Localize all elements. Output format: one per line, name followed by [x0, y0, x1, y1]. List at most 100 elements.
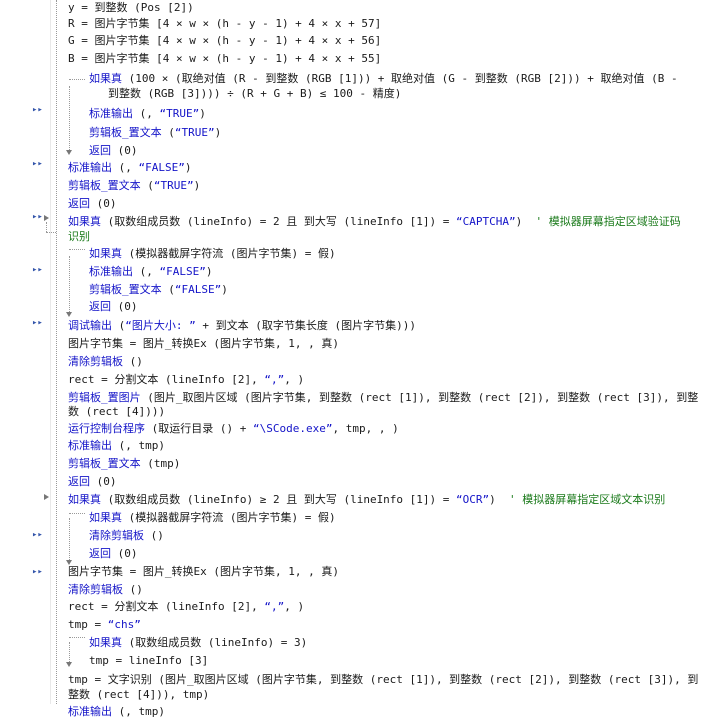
- breakpoint-marker-icon[interactable]: ▸▸: [32, 265, 43, 275]
- code-line[interactable]: 标准输出 (, “FALSE”): [68, 159, 191, 176]
- code-text: , ): [284, 600, 305, 613]
- code-line[interactable]: 图片字节集 = 图片_转换Ex (图片字节集, 1, , 真): [68, 563, 339, 580]
- code-text: (tmp): [140, 457, 181, 470]
- keyword: 返回: [89, 144, 111, 157]
- code-text: (, tmp): [112, 705, 165, 718]
- keyword: 标准输出: [89, 107, 133, 120]
- keyword: 标准输出: [68, 705, 112, 718]
- block-guide-line: [46, 222, 47, 232]
- block-guide-line: [46, 232, 56, 233]
- code-line[interactable]: 剪辑板_置文本 (tmp): [68, 455, 180, 472]
- breakpoint-marker-icon[interactable]: ▸▸: [32, 105, 43, 115]
- code-line[interactable]: 标准输出 (, “FALSE”): [89, 263, 212, 280]
- code-text: (,: [112, 161, 139, 174]
- code-line[interactable]: B = 图片字节集 [4 × w × (h - y - 1) + 4 × x +…: [68, 50, 381, 67]
- code-text: 图片字节集 = 图片_转换Ex (图片字节集, 1, , 真): [68, 337, 339, 350]
- code-text: (0): [111, 300, 138, 313]
- code-line[interactable]: 剪辑板_置文本 (“TRUE”): [68, 177, 200, 194]
- code-line[interactable]: 返回 (0): [68, 473, 117, 490]
- flow-arrow-icon: [66, 150, 72, 155]
- code-text: ): [205, 265, 213, 278]
- code-text: ): [489, 493, 510, 506]
- code-line[interactable]: 如果真 (取数组成员数 (lineInfo) ≥ 2 且 到大写 (lineIn…: [68, 491, 665, 508]
- code-text: (, tmp): [112, 439, 165, 452]
- code-line[interactable]: 标准输出 (, tmp): [68, 437, 165, 454]
- code-text: (): [123, 355, 143, 368]
- code-line[interactable]: 清除剪辑板 (): [68, 581, 143, 598]
- code-text: (0): [90, 475, 117, 488]
- code-line[interactable]: rect = 分割文本 (lineInfo [2], “,”, ): [68, 371, 304, 388]
- code-line[interactable]: G = 图片字节集 [4 × w × (h - y - 1) + 4 × x +…: [68, 32, 381, 49]
- code-line[interactable]: 调试输出 (“图片大小: ” + 到文本 (取字节集长度 (图片字节集))): [68, 317, 416, 334]
- flow-arrow-icon: [44, 215, 49, 221]
- code-line[interactable]: 如果真 (模拟器截屏字符流 (图片字节集) = 假): [89, 245, 336, 262]
- code-line[interactable]: 如果真 (模拟器截屏字符流 (图片字节集) = 假): [89, 509, 336, 526]
- block-guide-line: [69, 642, 70, 662]
- code-text: 图片字节集 = 图片_转换Ex (图片字节集, 1, , 真): [68, 565, 339, 578]
- code-line[interactable]: rect = 分割文本 (lineInfo [2], “,”, ): [68, 598, 304, 615]
- code-line[interactable]: 数 (rect [4]))): [68, 403, 165, 420]
- code-text: (: [161, 283, 175, 296]
- code-line[interactable]: 返回 (0): [89, 298, 138, 315]
- string-literal: “TRUE”: [159, 107, 200, 120]
- code-line[interactable]: 整数 (rect [4])), tmp): [68, 686, 209, 703]
- code-text: ): [184, 161, 192, 174]
- code-line[interactable]: tmp = “chs”: [68, 616, 141, 633]
- keyword: 清除剪辑板: [68, 355, 123, 368]
- code-text: rect = 分割文本 (lineInfo [2],: [68, 373, 265, 386]
- string-literal: “FALSE”: [159, 265, 206, 278]
- keyword: 返回: [68, 197, 90, 210]
- code-line[interactable]: 清除剪辑板 (): [89, 527, 164, 544]
- code-text: tmp = 文字识别 (图片_取图片区域 (图片字节集, 到整数 (rect […: [68, 673, 699, 686]
- code-line[interactable]: y = 到整数 (Pos [2]): [68, 0, 194, 16]
- keyword: 如果真: [89, 247, 122, 260]
- code-line[interactable]: 返回 (0): [89, 142, 138, 159]
- code-text: R = 图片字节集 [4 × w × (h - y - 1) + 4 × x +…: [68, 17, 382, 30]
- keyword: 标准输出: [68, 439, 112, 452]
- keyword: 运行控制台程序: [68, 422, 145, 435]
- code-line[interactable]: 返回 (0): [89, 545, 138, 562]
- breakpoint-marker-icon[interactable]: ▸▸: [32, 159, 43, 169]
- code-line[interactable]: 清除剪辑板 (): [68, 353, 143, 370]
- code-line[interactable]: 标准输出 (, “TRUE”): [89, 105, 206, 122]
- code-text: (取数组成员数 (lineInfo) ≥ 2 且 到大写 (lineInfo […: [101, 493, 457, 506]
- code-line[interactable]: tmp = lineInfo [3]: [89, 652, 208, 669]
- keyword: 清除剪辑板: [89, 529, 144, 542]
- block-guide-line: [69, 86, 70, 150]
- code-text: ): [221, 283, 228, 296]
- breakpoint-marker-icon[interactable]: ▸▸: [32, 567, 43, 577]
- code-text: 数 (rect [4]))): [68, 405, 166, 418]
- breakpoint-marker-icon[interactable]: ▸▸: [32, 530, 43, 540]
- code-text: tmp =: [68, 618, 108, 631]
- block-guide-line: [69, 79, 85, 80]
- string-literal: “FALSE”: [138, 161, 185, 174]
- keyword: 剪辑板_置文本: [89, 283, 162, 296]
- keyword: 剪辑板_置文本: [68, 457, 141, 470]
- code-editor[interactable]: ▸▸ ▸▸ ▸▸ ▸▸ ▸▸ ▸▸ ▸▸ y = 到整数 (Pos [2]) R …: [0, 0, 708, 718]
- breakpoint-marker-icon[interactable]: ▸▸: [32, 318, 43, 328]
- block-guide-line: [69, 513, 85, 514]
- code-line[interactable]: 标准输出 (, tmp): [68, 703, 165, 720]
- code-line[interactable]: 运行控制台程序 (取运行目录 () + “\SCode.exe”, tmp, ,…: [68, 420, 399, 437]
- keyword: 如果真: [89, 511, 122, 524]
- breakpoint-marker-icon[interactable]: ▸▸: [32, 212, 43, 222]
- code-line[interactable]: 图片字节集 = 图片_转换Ex (图片字节集, 1, , 真): [68, 335, 339, 352]
- code-line[interactable]: 剪辑板_置文本 (“TRUE”): [89, 124, 221, 141]
- code-line[interactable]: 识别: [68, 228, 90, 245]
- code-text: rect = 分割文本 (lineInfo [2],: [68, 600, 265, 613]
- string-literal: “,”: [264, 600, 285, 613]
- code-line[interactable]: 返回 (0): [68, 195, 117, 212]
- line-gutter[interactable]: [0, 0, 51, 704]
- code-text: (0): [111, 144, 138, 157]
- code-line[interactable]: 剪辑板_置文本 (“FALSE”): [89, 281, 228, 298]
- code-line[interactable]: 到整数 (RGB [3]))) ÷ (R + G + B) ≤ 100 - 精度…: [108, 85, 401, 102]
- code-text: (,: [133, 107, 160, 120]
- code-line[interactable]: 如果真 (取数组成员数 (lineInfo) = 3): [89, 634, 307, 651]
- string-literal: “FALSE”: [174, 283, 222, 296]
- code-text: + 到文本 (取字节集长度 (图片字节集))): [195, 319, 416, 332]
- code-text: (图片_取图片区域 (图片字节集, 到整数 (rect [1]), 到整数 (r…: [140, 391, 699, 404]
- code-line[interactable]: R = 图片字节集 [4 × w × (h - y - 1) + 4 × x +…: [68, 15, 381, 32]
- code-line[interactable]: 如果真 (取数组成员数 (lineInfo) = 2 且 到大写 (lineIn…: [68, 213, 681, 230]
- code-text: (取数组成员数 (lineInfo) = 2 且 到大写 (lineInfo […: [101, 215, 457, 228]
- code-text: (: [112, 319, 126, 332]
